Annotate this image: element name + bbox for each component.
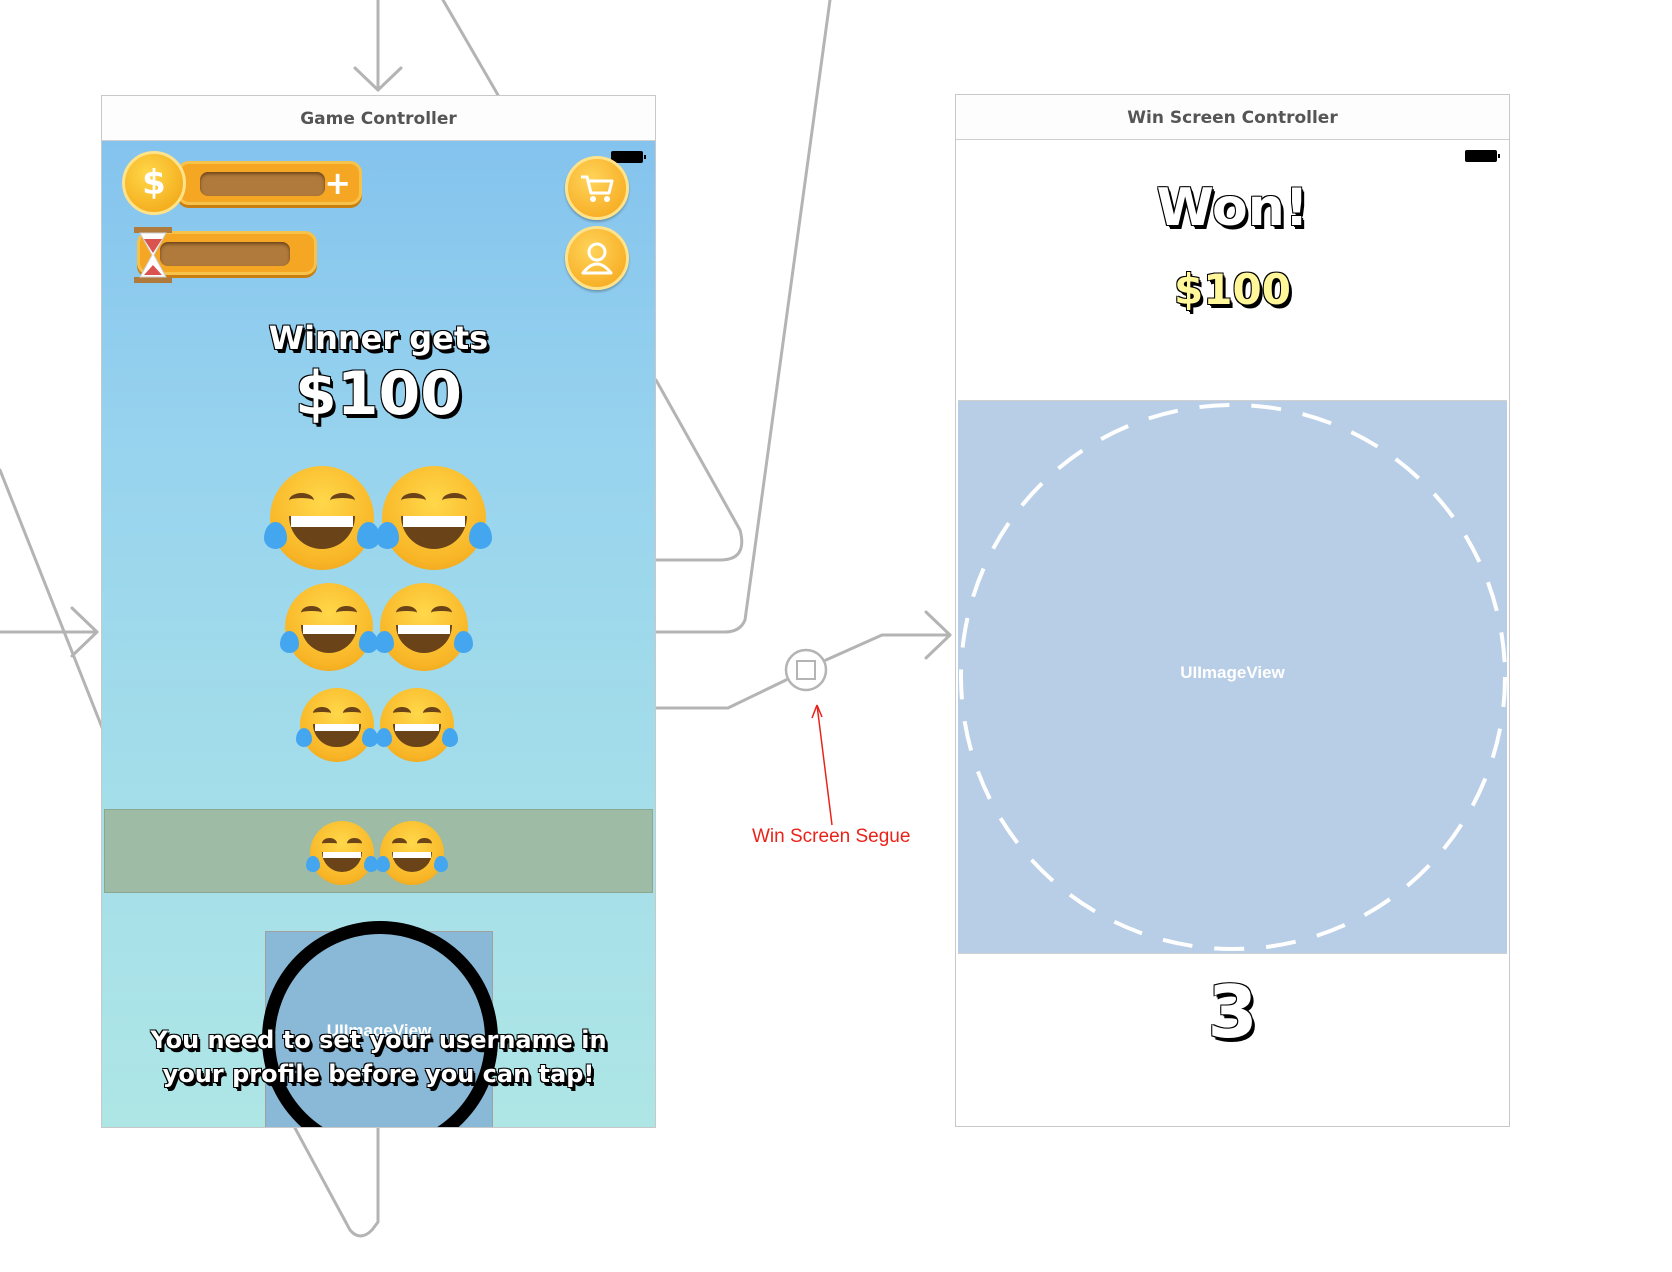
prize-label: $100: [295, 359, 462, 429]
plus-icon[interactable]: +: [324, 164, 351, 202]
laughing-emoji-icon[interactable]: [376, 821, 448, 885]
coins-bar: +: [177, 161, 362, 205]
coins-value-well: [200, 172, 325, 196]
cart-icon: [581, 175, 614, 202]
connector-left: [0, 468, 105, 732]
profile-icon: [581, 242, 613, 275]
won-label: Won!: [1156, 178, 1309, 238]
timer-value-well: [160, 242, 290, 266]
connector-bottom-loop: [293, 1126, 380, 1238]
profile-button[interactable]: [565, 226, 629, 290]
laughing-emoji-icon[interactable]: [263, 466, 381, 570]
laughing-emoji-icon[interactable]: [374, 583, 474, 671]
win-image-view[interactable]: UIImageView: [958, 400, 1507, 954]
annotation-arrow-head: [811, 704, 823, 719]
connector-right-loop: [654, 378, 744, 562]
win-view: Won! $100 UIImageView 3: [956, 140, 1509, 1126]
battery-icon: [1465, 150, 1500, 162]
annotation-arrow: [816, 704, 833, 826]
game-view: + $ Winner gets $100 UIImageView You nee…: [102, 141, 655, 1127]
won-prize-label: $100: [1174, 265, 1291, 314]
segue-line-right: [824, 633, 952, 662]
game-controller-scene[interactable]: Game Controller + $ Winner gets $100 UII…: [101, 95, 656, 1128]
username-warning-label: You need to set your username in your pr…: [150, 1026, 607, 1088]
scene-title[interactable]: Game Controller: [102, 96, 655, 141]
connector-top: [441, 0, 500, 97]
winner-label: Winner gets: [268, 319, 489, 357]
laughing-emoji-icon[interactable]: [306, 821, 378, 885]
scene-title[interactable]: Win Screen Controller: [956, 95, 1509, 140]
segue-node: [784, 648, 828, 692]
win-screen-controller-scene[interactable]: Win Screen Controller Won! $100 UIImageV…: [955, 94, 1510, 1127]
hourglass-icon: [132, 227, 174, 283]
laughing-emoji-icon[interactable]: [295, 688, 379, 762]
laughing-emoji-icon[interactable]: [375, 688, 459, 762]
segue-line-left: [654, 678, 788, 710]
countdown-label: 3: [1207, 970, 1258, 1054]
image-view-placeholder-label: UIImageView: [1180, 663, 1285, 682]
laughing-emoji-icon[interactable]: [279, 583, 379, 671]
cart-button[interactable]: [565, 156, 629, 220]
segue-annotation-label: Win Screen Segue: [752, 826, 911, 847]
connector-long: [654, 0, 832, 634]
laughing-emoji-icon[interactable]: [375, 466, 493, 570]
coin-icon: $: [122, 151, 186, 215]
selected-emoji-bar[interactable]: [104, 809, 653, 893]
